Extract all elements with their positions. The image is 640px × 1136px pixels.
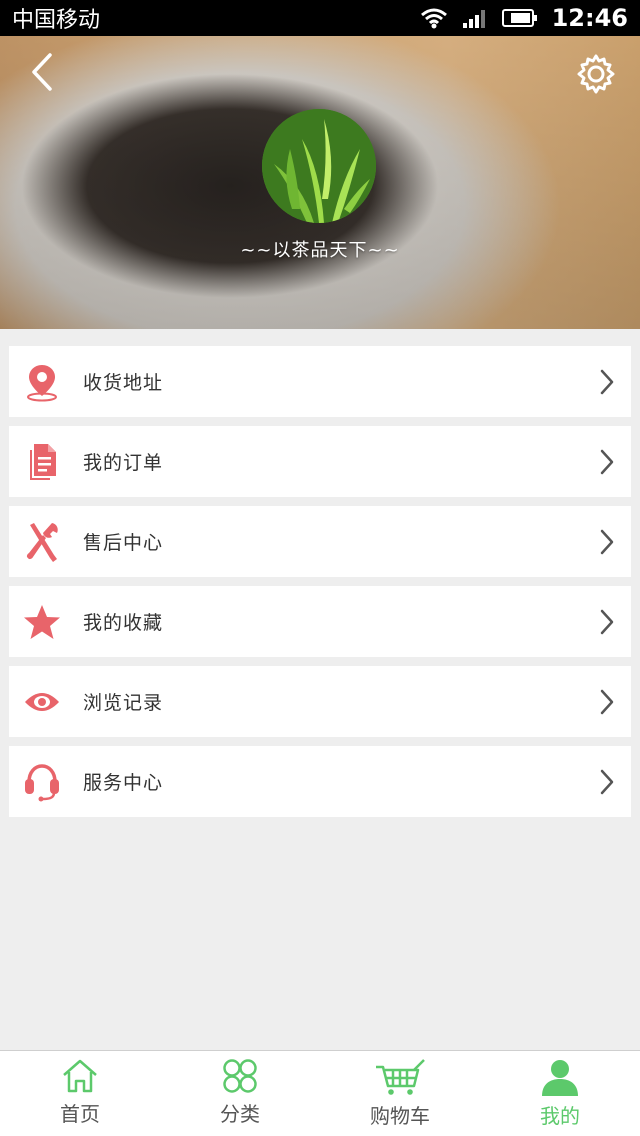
tab-label: 购物车 [370,1104,430,1128]
tab-home[interactable]: 首页 [0,1051,160,1136]
menu-item-label: 我的收藏 [83,612,164,634]
menu-item-label: 浏览记录 [83,692,164,714]
chevron-right-icon [600,689,614,714]
chevron-right-icon [600,529,614,554]
chevron-right-icon [600,449,614,474]
document-icon [30,443,56,480]
wifi-icon [420,8,447,29]
back-button[interactable] [22,50,62,94]
tab-label: 我的 [540,1104,580,1128]
chevron-left-icon [32,53,52,91]
clock-time: 12:46 [551,4,628,32]
headset-icon [25,763,59,801]
cart-icon [376,1059,425,1095]
carrier-name: 中国移动 [12,8,101,33]
menu-item-service[interactable]: 服务中心 [9,746,631,817]
tools-icon [26,522,58,562]
menu-item-orders[interactable]: 我的订单 [9,426,631,497]
category-icon [223,1059,257,1093]
menu-item-label: 收货地址 [83,372,164,394]
menu-item-label: 售后中心 [83,532,164,554]
chevron-right-icon [600,769,614,794]
chevron-right-icon [600,609,614,634]
signal-icon [462,10,485,28]
bottom-tab-bar: 首页 分类 购物车 我的 [0,1050,640,1136]
menu-item-favorites[interactable]: 我的收藏 [9,586,631,657]
menu-item-label: 我的订单 [83,452,164,474]
menu-item-address[interactable]: 收货地址 [9,346,631,417]
tab-category[interactable]: 分类 [160,1051,320,1136]
account-menu: 收货地址 我的订单 售后中心 我的收藏 浏览记录 服务中心 [9,346,631,826]
tab-label: 首页 [60,1102,100,1126]
star-icon [24,604,60,639]
chevron-right-icon [600,369,614,394]
status-bar: 中国移动 12:46 [0,0,640,36]
tab-cart[interactable]: 购物车 [320,1051,480,1136]
menu-item-after-sales[interactable]: 售后中心 [9,506,631,577]
eye-icon [25,692,59,711]
battery-icon [501,9,537,27]
status-indicators: 12:46 [420,4,628,32]
settings-button[interactable] [574,52,618,96]
location-pin-icon [27,364,57,401]
user-icon [542,1060,578,1096]
menu-item-label: 服务中心 [83,772,164,794]
tab-mine[interactable]: 我的 [480,1051,640,1136]
menu-item-history[interactable]: 浏览记录 [9,666,631,737]
gear-icon [577,54,615,94]
profile-header: ~~以茶品天下~~ [0,36,640,329]
avatar[interactable] [262,109,376,223]
tea-leaves-image [262,109,376,223]
home-icon [63,1059,97,1093]
tab-label: 分类 [220,1102,260,1126]
slogan-text: ~~以茶品天下~~ [240,240,400,261]
